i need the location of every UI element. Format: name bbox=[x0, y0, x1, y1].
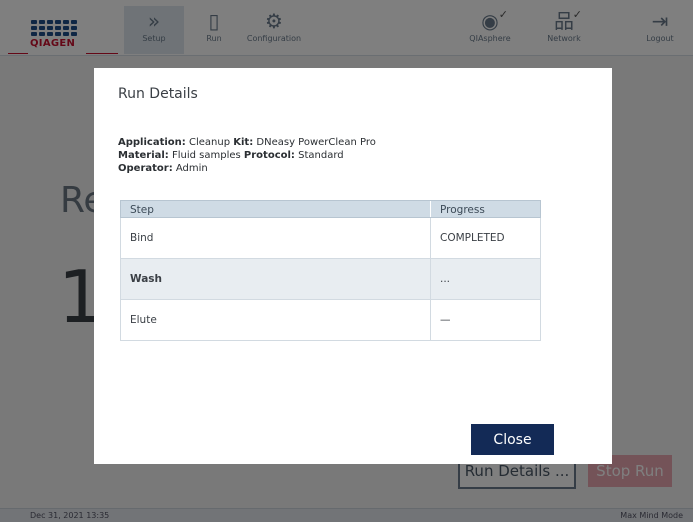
material-label: Material: bbox=[118, 150, 169, 161]
table-row: Elute — bbox=[120, 300, 541, 341]
run-details-dialog: Run Details Application: Cleanup Kit: DN… bbox=[94, 68, 612, 464]
run-metadata: Application: Cleanup Kit: DNeasy PowerCl… bbox=[118, 136, 376, 175]
progress-cell: COMPLETED bbox=[440, 232, 505, 244]
operator-label: Operator: bbox=[118, 163, 173, 174]
table-row: Bind COMPLETED bbox=[120, 218, 541, 259]
step-cell: Wash bbox=[121, 259, 431, 299]
protocol-label: Protocol: bbox=[243, 150, 295, 161]
kit-value: DNeasy PowerClean Pro bbox=[256, 137, 376, 148]
meta-line-2: Material: Fluid samples Protocol: Standa… bbox=[118, 149, 376, 162]
column-header-step: Step bbox=[121, 201, 431, 217]
column-header-progress: Progress bbox=[440, 204, 485, 216]
close-button[interactable]: Close bbox=[471, 424, 554, 455]
step-cell: Bind bbox=[121, 218, 431, 258]
application-value: Cleanup bbox=[188, 137, 231, 148]
protocol-value: Standard bbox=[298, 150, 344, 161]
dialog-title: Run Details bbox=[118, 86, 198, 102]
steps-table: Step Progress Bind COMPLETED Wash ... El… bbox=[120, 200, 541, 341]
progress-cell: ... bbox=[440, 273, 451, 285]
operator-value: Admin bbox=[175, 163, 208, 174]
kit-label: Kit: bbox=[233, 137, 254, 148]
table-row-current: Wash ... bbox=[120, 259, 541, 300]
step-cell: Elute bbox=[121, 300, 431, 340]
progress-cell: — bbox=[440, 314, 451, 326]
application-label: Application: bbox=[118, 137, 186, 148]
meta-line-1: Application: Cleanup Kit: DNeasy PowerCl… bbox=[118, 136, 376, 149]
table-header: Step Progress bbox=[120, 200, 541, 218]
meta-line-3: Operator: Admin bbox=[118, 162, 376, 175]
material-value: Fluid samples bbox=[171, 150, 241, 161]
